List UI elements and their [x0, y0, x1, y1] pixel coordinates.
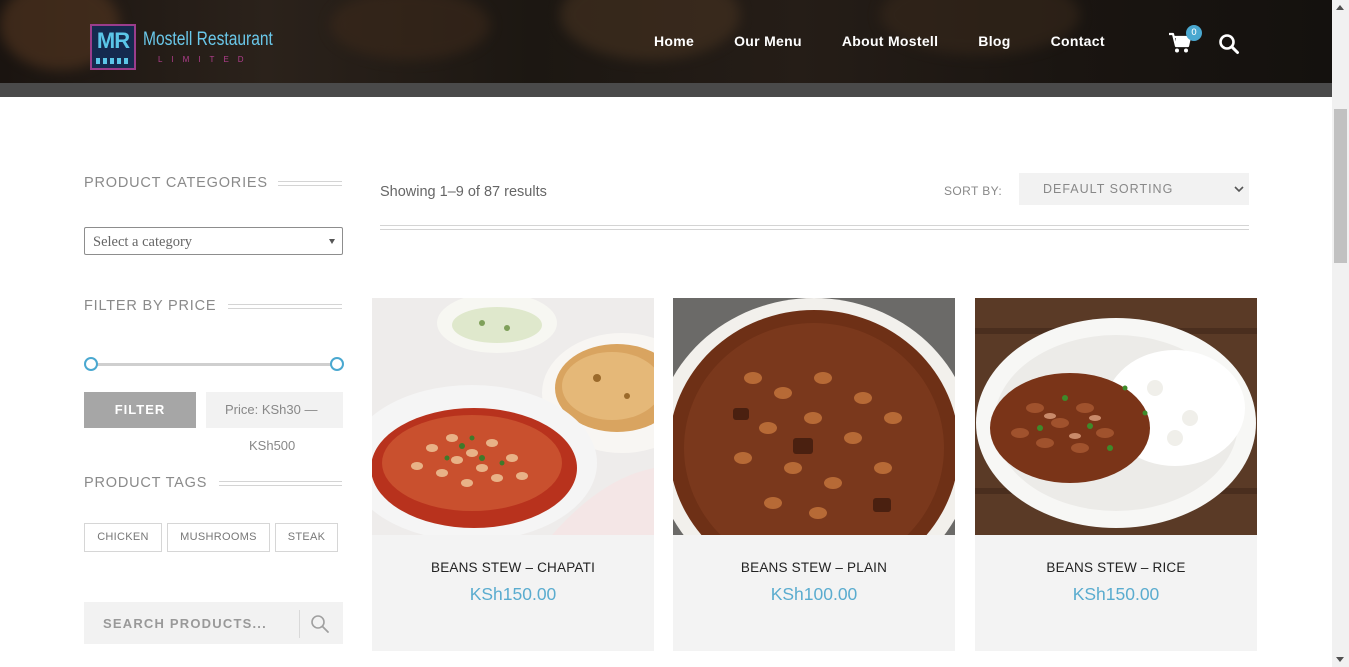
price-range-label-max: KSh500 — [249, 438, 296, 453]
logo-mark-text: MR — [96, 28, 130, 53]
brand-name: Mostell Restaurant — [143, 29, 273, 50]
title-divider — [278, 181, 342, 186]
search-icon — [311, 615, 329, 633]
category-select[interactable]: Select a category — [84, 227, 343, 255]
filter-button[interactable]: FILTER — [84, 392, 196, 428]
product-price: KSh150.00 — [469, 584, 557, 604]
scroll-up-arrow-icon[interactable] — [1336, 5, 1344, 10]
filter-by-price-title: FILTER BY PRICE — [84, 298, 217, 314]
product-image-beans-rice[interactable] — [975, 298, 1257, 535]
product-price: KSh150.00 — [1072, 584, 1160, 604]
price-slider-track[interactable] — [90, 363, 336, 366]
product-name[interactable]: BEANS STEW – RICE — [975, 560, 1257, 575]
nav-contact[interactable]: Contact — [1051, 33, 1105, 49]
product-card[interactable]: BEANS STEW – RICE KSh150.00 — [975, 298, 1257, 651]
nav-blog[interactable]: Blog — [978, 33, 1010, 49]
product-search-submit[interactable] — [310, 614, 330, 634]
brand-tagline: LIMITED — [158, 55, 253, 64]
header-bg-shape — [560, 0, 740, 60]
search-icon — [1219, 34, 1239, 54]
price-range-label: Price: KSh30 — — [225, 402, 318, 417]
tag-mushrooms[interactable]: MUSHROOMS — [167, 523, 270, 552]
title-divider — [219, 481, 342, 486]
search-divider — [299, 610, 300, 638]
title-divider — [228, 304, 342, 309]
results-count: Showing 1–9 of 87 results — [380, 184, 547, 200]
product-search-placeholder: SEARCH PRODUCTS... — [103, 616, 267, 631]
cart-count-badge: 0 — [1186, 25, 1202, 41]
product-image-beans-chapati[interactable] — [372, 298, 654, 535]
category-select-value: Select a category — [93, 234, 193, 250]
product-name[interactable]: BEANS STEW – PLAIN — [673, 560, 955, 575]
header-search-button[interactable] — [1218, 33, 1240, 55]
dropdown-caret-icon — [329, 239, 335, 244]
main-nav: Home Our Menu About Mostell Blog Contact — [654, 33, 1145, 49]
results-divider — [380, 225, 1249, 230]
product-tags-title: PRODUCT TAGS — [84, 475, 208, 491]
product-card[interactable]: BEANS STEW – CHAPATI KSh150.00 — [372, 298, 654, 651]
scrollbar-thumb[interactable] — [1334, 109, 1347, 263]
product-price: KSh100.00 — [770, 584, 858, 604]
price-slider-min-handle[interactable] — [84, 357, 98, 371]
nav-about[interactable]: About Mostell — [842, 33, 938, 49]
header-bg-shape — [330, 0, 490, 60]
scroll-down-arrow-icon[interactable] — [1336, 657, 1344, 662]
nav-home[interactable]: Home — [654, 33, 694, 49]
cart-button[interactable]: 0 — [1168, 25, 1202, 54]
price-slider-max-handle[interactable] — [330, 357, 344, 371]
sort-select-value: DEFAULT SORTING — [1043, 182, 1174, 196]
header-divider — [0, 83, 1332, 97]
product-image-beans-plain[interactable] — [673, 298, 955, 535]
product-name[interactable]: BEANS STEW – CHAPATI — [372, 560, 654, 575]
product-categories-title: PRODUCT CATEGORIES — [84, 175, 268, 191]
tag-chicken[interactable]: CHICKEN — [84, 523, 162, 552]
sort-label: SORT BY: — [944, 184, 1003, 198]
nav-our-menu[interactable]: Our Menu — [734, 33, 802, 49]
chevron-down-icon — [1234, 186, 1244, 193]
page-scrollbar[interactable] — [1332, 0, 1349, 667]
tag-steak[interactable]: STEAK — [275, 523, 338, 552]
site-header: MR Mostell Restaurant LIMITED Home Our M… — [0, 0, 1332, 83]
site-logo[interactable]: MR Mostell Restaurant LIMITED — [90, 24, 290, 72]
logo-mark-icon: MR — [90, 24, 136, 70]
logo-bar — [96, 58, 130, 64]
product-card[interactable]: BEANS STEW – PLAIN KSh100.00 — [673, 298, 955, 651]
